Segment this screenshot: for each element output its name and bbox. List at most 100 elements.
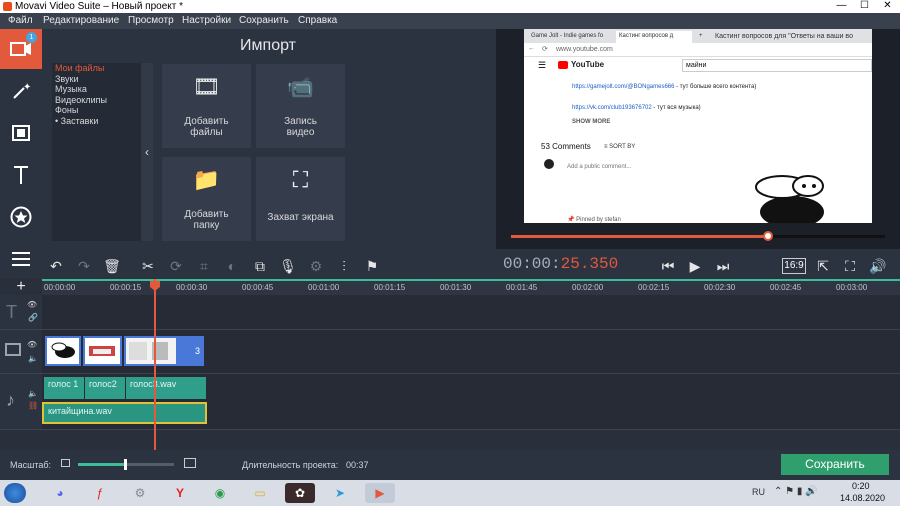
flash-icon[interactable]: ƒ <box>85 483 115 503</box>
unlink-icon[interactable]: ⛓ <box>28 401 38 410</box>
audio-clip-3[interactable]: голос3.wav <box>126 377 206 399</box>
avatar <box>544 159 554 169</box>
previous-frame-icon[interactable]: ⏮ <box>658 256 678 276</box>
menu-save[interactable]: Сохранить <box>239 15 289 26</box>
clock-time[interactable]: 0:20 <box>852 481 870 491</box>
menu-help[interactable]: Справка <box>298 15 337 26</box>
speaker-icon[interactable]: 🔈 <box>28 389 38 398</box>
title-track[interactable] <box>42 295 900 330</box>
url-text: www.youtube.com <box>556 46 613 53</box>
scissors-icon[interactable]: ✂ <box>138 256 158 276</box>
file-explorer-icon[interactable]: ▭ <box>245 483 275 503</box>
collapse-panel-button[interactable]: ‹ <box>141 63 153 241</box>
play-icon[interactable]: ▶ <box>685 256 705 276</box>
settings-app-icon[interactable]: ⚙ <box>125 483 155 503</box>
start-button[interactable] <box>4 483 26 503</box>
bottom-bar: Масштаб: Длительность проекта: 00:37 Сох… <box>0 450 900 480</box>
video-clip-1[interactable] <box>45 336 81 366</box>
menu-icon <box>12 252 30 266</box>
video-clip-2[interactable] <box>83 336 122 366</box>
preview-seek-bar[interactable] <box>511 231 885 241</box>
redo-icon[interactable]: ↷ <box>74 256 94 276</box>
rotate-icon[interactable]: ⟳ <box>166 256 186 276</box>
delete-icon[interactable]: 🗑 <box>102 256 122 276</box>
tray-icons[interactable]: ⌃ ⚑ ▮ 🔊 <box>774 486 818 497</box>
import-button[interactable]: 1 <box>0 29 42 69</box>
audio-clip-2[interactable]: голос2 <box>85 377 125 399</box>
language-indicator[interactable]: RU <box>752 487 765 497</box>
transitions-button[interactable] <box>0 113 42 153</box>
add-files-button[interactable]: 🎞 Добавить файлы <box>162 64 251 148</box>
category-intros[interactable]: • Заставки <box>52 116 142 127</box>
video-track-icon <box>5 343 21 356</box>
speaker-icon[interactable]: 🔈 <box>28 354 38 363</box>
gear-icon[interactable]: ⚙ <box>306 256 326 276</box>
time-ruler[interactable]: 00:00:00 00:00:15 00:00:30 00:00:45 00:0… <box>42 279 900 295</box>
stickers-button[interactable] <box>0 197 42 237</box>
color-adjust-icon[interactable]: ◐ <box>222 256 242 276</box>
link-icon[interactable]: 🔗 <box>28 313 38 322</box>
clock-date[interactable]: 14.08.2020 <box>840 493 885 503</box>
eye-icon[interactable]: 👁 <box>27 300 37 309</box>
seek-handle[interactable] <box>762 231 773 241</box>
playhead[interactable] <box>154 279 156 450</box>
menu-file[interactable]: Файл <box>8 15 33 26</box>
crop-icon[interactable]: ⌗ <box>194 256 214 276</box>
movavi-taskbar-icon[interactable]: ▶ <box>365 483 395 503</box>
add-folder-button[interactable]: 📁 Добавить папку <box>162 157 251 241</box>
filters-button[interactable]: ✦ <box>0 71 42 111</box>
ruler-tick: 00:01:15 <box>374 283 406 292</box>
telegram-icon[interactable]: ➤ <box>325 483 355 503</box>
titles-button[interactable] <box>0 155 42 195</box>
browser-tab-2: Кастинг вопросов д <box>616 31 692 43</box>
discord-icon[interactable]: ◕ <box>45 483 75 503</box>
category-sounds[interactable]: Звуки <box>52 74 142 85</box>
eye-icon[interactable]: 👁 <box>27 340 37 349</box>
flag-icon[interactable]: ⚑ <box>362 256 382 276</box>
next-frame-icon[interactable]: ⏭ <box>713 256 733 276</box>
record-video-button[interactable]: 📹 Запись видео <box>256 64 345 148</box>
audio-track[interactable]: голос 1 голос2 голос3.wav китайщина.wav <box>42 374 900 430</box>
category-music[interactable]: Музыка <box>52 84 142 95</box>
undo-icon[interactable]: ↶ <box>46 256 66 276</box>
save-button[interactable]: Сохранить <box>781 454 889 475</box>
chrome-icon[interactable]: ◉ <box>205 483 235 503</box>
more-tools-button[interactable] <box>0 239 42 279</box>
pinned-label: Pinned by stefan <box>576 217 621 223</box>
video-clip-4[interactable]: 3 <box>178 336 204 366</box>
microphone-icon[interactable]: 🎙 <box>278 256 298 276</box>
category-my-files[interactable]: Мои файлы <box>52 63 142 74</box>
clip-thumbnail <box>89 346 115 356</box>
zoom-out-icon[interactable] <box>61 459 70 467</box>
add-track-icon[interactable]: + <box>0 279 42 295</box>
category-backgrounds[interactable]: Фоны <box>52 105 142 116</box>
yandex-browser-icon[interactable]: Y <box>165 483 195 503</box>
menu-settings[interactable]: Настройки <box>182 15 231 26</box>
video-clip-3[interactable] <box>124 336 178 366</box>
star-icon <box>10 206 32 228</box>
detach-preview-icon[interactable]: ⇱ <box>813 256 833 276</box>
zoom-slider[interactable] <box>78 459 174 470</box>
aspect-ratio-button[interactable]: 16:9 <box>782 258 806 274</box>
menu-edit[interactable]: Редактирование <box>43 15 119 26</box>
minimize-button[interactable]: — <box>830 0 853 13</box>
duration-label: Длительность проекта: <box>242 460 339 470</box>
zoom-slider-handle[interactable] <box>124 459 128 470</box>
clip-properties-icon[interactable]: ⧉ <box>250 256 270 276</box>
youtube-logo-icon <box>558 61 568 69</box>
volume-icon[interactable]: 🔊 <box>868 256 888 276</box>
fullscreen-icon[interactable]: ⛶ <box>840 256 860 276</box>
maximize-button[interactable]: ☐ <box>853 0 876 13</box>
pin-icon: 📌 <box>567 217 577 223</box>
music-clip[interactable]: китайщина.wav <box>42 402 207 424</box>
zoom-in-icon[interactable] <box>184 458 196 468</box>
close-button[interactable]: ✕ <box>876 0 899 13</box>
menu-view[interactable]: Просмотр <box>128 15 174 26</box>
ruler-tick: 00:02:00 <box>572 283 604 292</box>
paint-app-icon[interactable]: ✿ <box>285 483 315 503</box>
audio-clip-1[interactable]: голос 1 <box>44 377 84 399</box>
category-videoclips[interactable]: Видеоклипы <box>52 95 142 106</box>
equalizer-icon[interactable]: ⫶ <box>334 256 354 276</box>
video-track[interactable]: 3 <box>42 330 900 374</box>
screen-capture-button[interactable]: ⛶ Захват экрана <box>256 157 345 241</box>
